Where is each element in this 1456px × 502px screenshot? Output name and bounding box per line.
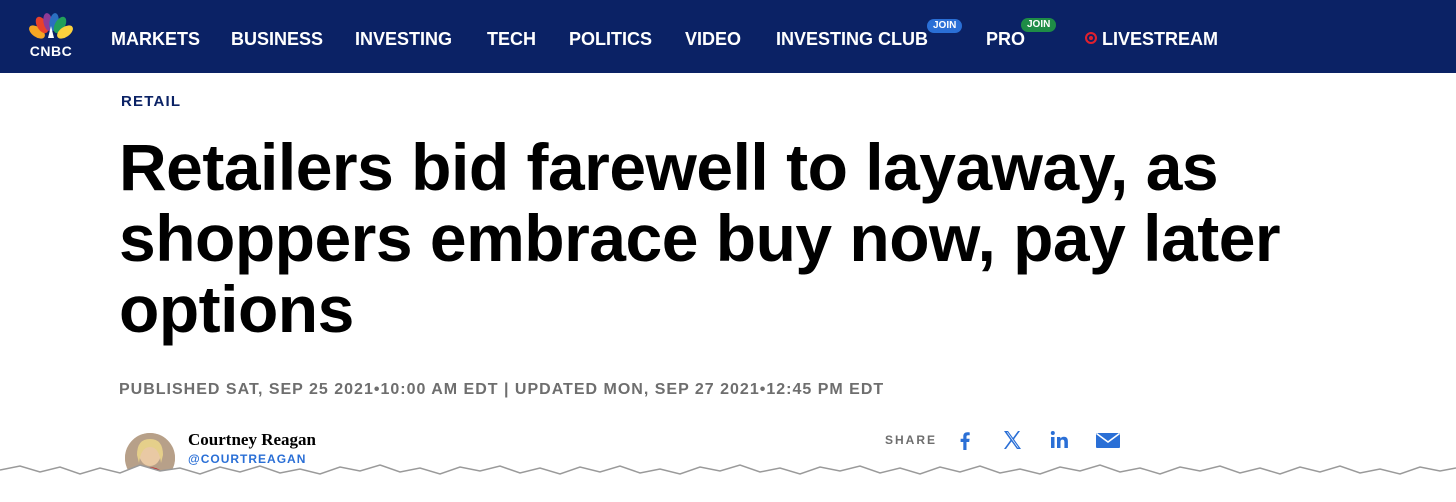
nav-item-livestream[interactable]: LIVESTREAM xyxy=(1102,29,1218,50)
logo-text: CNBC xyxy=(29,43,73,59)
share-label: SHARE xyxy=(885,433,938,447)
nav-item-investing-club[interactable]: INVESTING CLUB xyxy=(776,29,928,50)
cnbc-logo[interactable]: CNBC xyxy=(22,12,80,60)
publish-dates: PUBLISHED SAT, SEP 25 2021•10:00 AM EDT … xyxy=(119,381,885,398)
nav-item-markets[interactable]: MARKETS xyxy=(111,29,200,50)
peacock-icon xyxy=(29,13,73,39)
author-name[interactable]: Courtney Reagan xyxy=(188,430,316,450)
email-icon[interactable] xyxy=(1095,428,1120,452)
nav-item-investing[interactable]: INVESTING xyxy=(355,29,452,50)
nav-item-tech[interactable]: TECH xyxy=(487,29,536,50)
join-badge-investing-club[interactable]: JOIN xyxy=(927,19,963,33)
section-label[interactable]: RETAIL xyxy=(121,93,181,110)
linkedin-icon[interactable] xyxy=(1048,428,1072,452)
nav-item-video[interactable]: VIDEO xyxy=(685,29,741,50)
nav-item-politics[interactable]: POLITICS xyxy=(569,29,652,50)
x-twitter-icon[interactable] xyxy=(1000,428,1024,452)
nav-item-pro[interactable]: PRO xyxy=(986,29,1025,50)
article-headline: Retailers bid farewell to layaway, as sh… xyxy=(119,130,1281,346)
live-indicator-icon xyxy=(1085,32,1097,44)
facebook-icon[interactable] xyxy=(953,428,977,452)
join-badge-pro[interactable]: JOIN xyxy=(1021,18,1057,32)
top-navigation-bar: CNBC MARKETS BUSINESS INVESTING TECH POL… xyxy=(0,0,1456,73)
torn-edge-decoration xyxy=(0,464,1456,502)
nav-item-business[interactable]: BUSINESS xyxy=(231,29,323,50)
